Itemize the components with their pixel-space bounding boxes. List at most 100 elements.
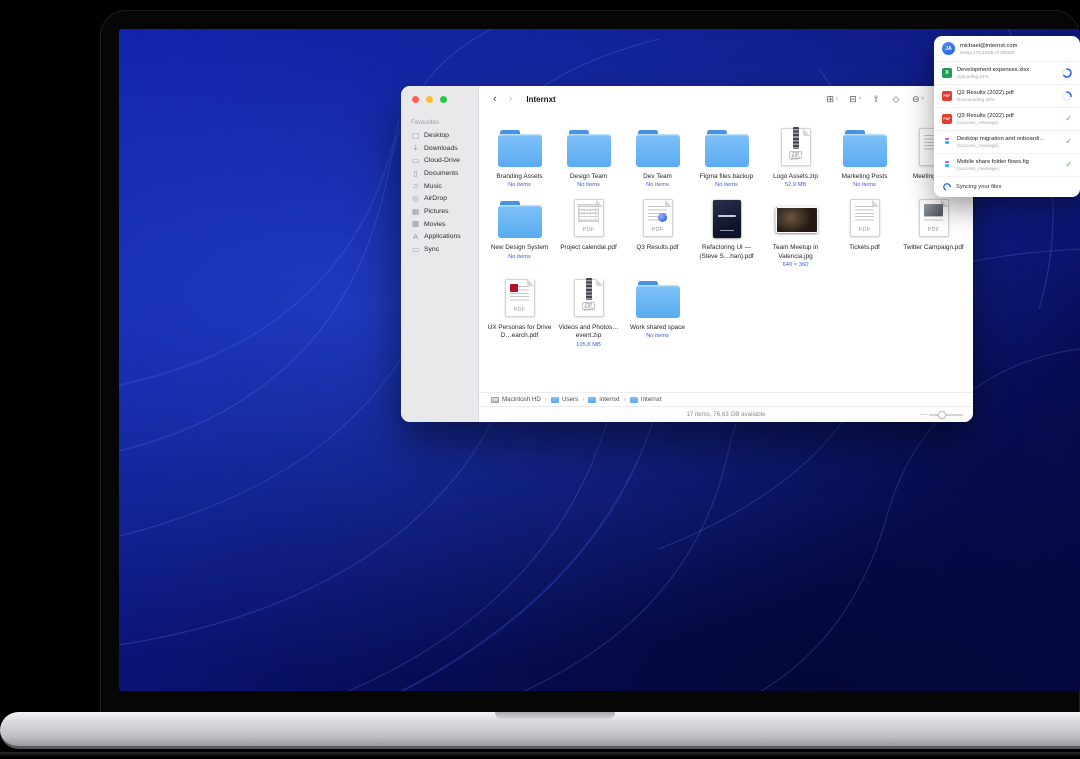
sidebar-item-label: AirDrop — [424, 195, 447, 202]
sidebar-item[interactable]: ♫ Music — [401, 180, 478, 193]
minimize-button[interactable] — [426, 96, 433, 103]
path-segment[interactable]: › internxt — [582, 396, 619, 403]
file-icon: PDF — [842, 199, 888, 239]
sidebar-item-icon: ▢ — [411, 132, 420, 140]
finder-toolbar[interactable]: ‹ › Internxt ⊞ ↕ ⊟ ˅ — [479, 86, 973, 112]
file-item[interactable]: Team Meetup in Valencia.jpg 640 × 360 — [761, 197, 830, 269]
file-name: Videos and Photos…event.zip — [557, 324, 621, 341]
file-item[interactable]: Refactoring UI — (Steve S…han).pdf — [692, 197, 761, 269]
sidebar-item[interactable]: ⇣ Downloads — [401, 142, 478, 155]
file-name: UX Personas for Drive D…earch.pdf — [488, 324, 552, 341]
sync-file-status: (success_message) — [957, 143, 1061, 148]
sync-file-name: Desktop migration and onboardi… — [957, 136, 1061, 142]
file-icon: PDF — [911, 199, 957, 239]
file-item[interactable]: Branding Assets No items — [485, 126, 554, 189]
success-check-icon: ✓ — [1065, 161, 1072, 169]
sync-item[interactable]: PDF Q3 Results (2022).pdf (success_messa… — [934, 108, 1080, 131]
file-icon — [635, 279, 681, 319]
toolbar-icon[interactable]: ◇ — [893, 95, 901, 104]
sync-item[interactable]: Mobile share folder flows.fig (success_m… — [934, 154, 1080, 177]
sidebar-section-label: Favourites — [401, 116, 478, 129]
file-item[interactable]: PDF Tickets.pdf — [830, 197, 899, 269]
sidebar-item[interactable]: ▭ Cloud-Drive — [401, 154, 478, 167]
path-segment[interactable]: › Internxt — [624, 396, 662, 403]
file-name: Logo Assets.zip — [773, 173, 818, 181]
forward-button[interactable]: › — [509, 94, 513, 105]
sidebar-item[interactable]: ▢ Desktop — [401, 129, 478, 142]
toolbar-icon[interactable]: ⊟ ˅ — [849, 95, 861, 104]
sync-item[interactable]: X Development expenses.xlsx Uploading 64… — [934, 62, 1080, 85]
sidebar-item[interactable]: ▩ Movies — [401, 218, 478, 231]
path-segment[interactable]: › Users — [545, 396, 578, 403]
file-item[interactable]: New Design System No items — [485, 197, 554, 269]
file-item[interactable]: Dev Team No items — [623, 126, 692, 189]
sidebar-item[interactable]: ◎ AirDrop — [401, 192, 478, 205]
file-name: Dev Team — [643, 173, 672, 181]
file-item[interactable]: PDF Q3 Results.pdf — [623, 197, 692, 269]
file-name: Design Team — [570, 173, 607, 181]
success-check-icon: ✓ — [1065, 115, 1072, 123]
sync-item[interactable]: Desktop migration and onboardi… (success… — [934, 131, 1080, 154]
file-icon — [497, 199, 543, 239]
file-name: Tickets.pdf — [849, 244, 880, 252]
file-item[interactable]: Figma files backup No items — [692, 126, 761, 189]
sidebar-item-icon: ▭ — [411, 246, 420, 254]
file-name: Work shared space — [630, 324, 685, 332]
sync-file-status: (success_message) — [957, 166, 1061, 171]
sidebar-item[interactable]: ▯ Documents — [401, 167, 478, 180]
icon-size-slider[interactable]: — — [920, 411, 963, 418]
file-item[interactable]: PDF Twitter Campaign.pdf — [899, 197, 968, 269]
sync-file-icon: X — [942, 68, 952, 78]
file-subtitle: No items — [508, 182, 531, 189]
path-segment-icon — [630, 397, 638, 403]
file-icon — [566, 128, 612, 168]
toolbar-icon[interactable]: ⇧ — [873, 95, 882, 104]
close-button[interactable] — [412, 96, 419, 103]
file-item[interactable]: ZIPZIP Videos and Photos…event.zip 105,8… — [554, 277, 623, 349]
file-subtitle: 52,9 MB — [785, 182, 807, 189]
file-item[interactable]: ZIPZIP Logo Assets.zip 52,9 MB — [761, 126, 830, 189]
sidebar-item[interactable]: ▦ Pictures — [401, 205, 478, 218]
path-separator: › — [582, 396, 584, 403]
file-name: Twitter Campaign.pdf — [903, 244, 963, 252]
file-item[interactable]: Marketing Posts No items — [830, 126, 899, 189]
sync-file-status: Downloading 26% — [957, 97, 1061, 102]
toolbar-icon[interactable]: ⊖ ˅ — [912, 95, 924, 104]
sync-file-icon: PDF — [942, 114, 952, 124]
window-title: Internxt — [526, 95, 555, 104]
sync-item[interactable]: PDF Q2 Results (2022).pdf Downloading 26… — [934, 85, 1080, 108]
progress-spinner-icon — [1062, 68, 1072, 78]
file-item[interactable]: Design Team No items — [554, 126, 623, 189]
file-subtitle: No items — [646, 333, 669, 340]
file-item[interactable]: Work shared space No items — [623, 277, 692, 349]
sync-file-icon — [942, 160, 952, 170]
toolbar-icon[interactable]: ⊞ ↕ — [826, 95, 838, 104]
zoom-button[interactable] — [440, 96, 447, 103]
laptop-screen: Favourites ▢ Desktop ⇣ Downloads ▭ Clou — [119, 29, 1080, 691]
laptop-base-notch — [495, 712, 615, 719]
file-name: Q3 Results.pdf — [636, 244, 678, 252]
finder-sidebar: Favourites ▢ Desktop ⇣ Downloads ▭ Clou — [401, 86, 479, 422]
file-name: Team Meetup in Valencia.jpg — [764, 244, 828, 261]
sidebar-item-label: Movies — [424, 221, 446, 228]
sidebar-item[interactable]: ▭ Sync — [401, 243, 478, 256]
file-icon — [842, 128, 888, 168]
path-separator: › — [545, 396, 547, 403]
slider-knob[interactable] — [938, 411, 946, 419]
file-item[interactable]: PDF UX Personas for Drive D…earch.pdf — [485, 277, 554, 349]
sync-popup-header: JA michael@internxt.com Using 176,42GB o… — [934, 36, 1080, 62]
sidebar-item-icon: ⇣ — [411, 144, 420, 152]
file-grid-area: Branding Assets No items Design Team No … — [479, 112, 973, 392]
path-segment[interactable]: Macintosh HD — [487, 396, 541, 403]
sidebar-item-label: Desktop — [424, 132, 449, 139]
sidebar-item-label: Downloads — [424, 145, 458, 152]
file-icon: PDF — [566, 199, 612, 239]
sidebar-item[interactable]: A Applications — [401, 231, 478, 244]
sync-file-icon: PDF — [942, 91, 952, 101]
syncing-status-label: Syncing your files — [956, 184, 1001, 190]
sync-file-status: Uploading 64% — [957, 74, 1061, 79]
file-subtitle: 640 × 360 — [783, 262, 809, 269]
file-item[interactable]: PDF Project calendar.pdf — [554, 197, 623, 269]
syncing-spinner-icon — [943, 183, 951, 191]
back-button[interactable]: ‹ — [493, 94, 497, 105]
